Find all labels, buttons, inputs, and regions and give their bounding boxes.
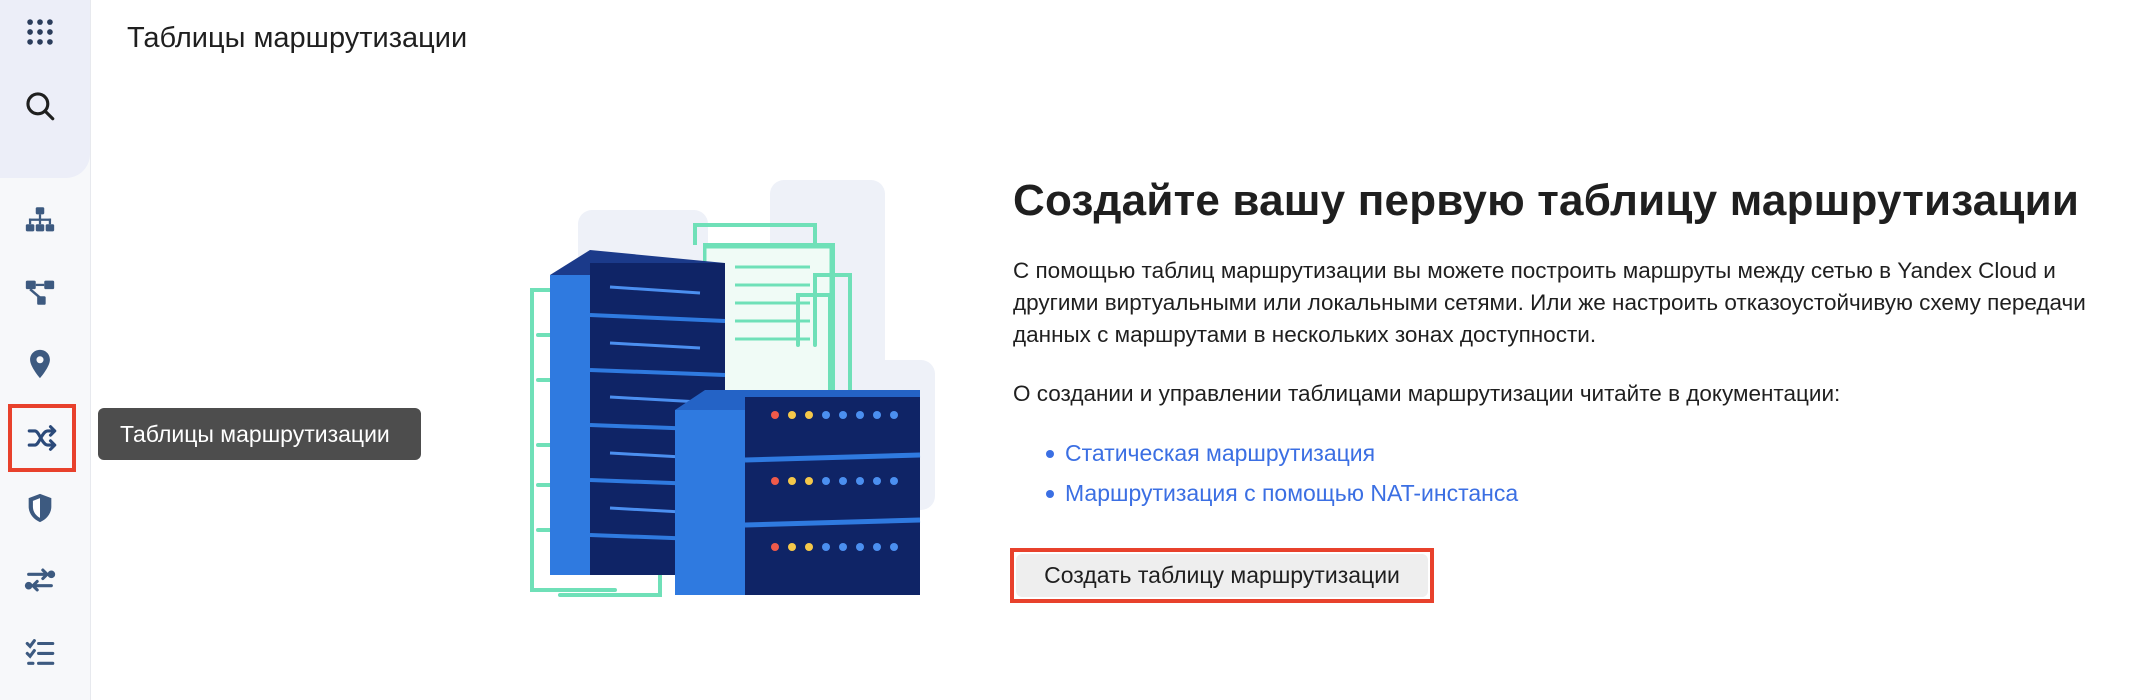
- routing-tables-icon[interactable]: [8, 404, 76, 472]
- search-icon[interactable]: [18, 84, 62, 128]
- sidebar-tooltip: Таблицы маршрутизации: [98, 408, 421, 460]
- cloud-networks-icon[interactable]: [18, 198, 62, 242]
- empty-state-description: С помощью таблиц маршрутизации вы можете…: [1013, 258, 2086, 347]
- operations-icon[interactable]: [18, 630, 62, 674]
- empty-state-headline: Создайте вашу первую таблицу маршрутизац…: [1013, 176, 2080, 225]
- servers-illustration: [520, 175, 950, 605]
- security-groups-icon[interactable]: [18, 486, 62, 530]
- ip-addresses-icon[interactable]: [18, 342, 62, 386]
- link-nat-instance-routing[interactable]: Маршрутизация с помощью NAT-инстанса: [1013, 477, 1518, 517]
- docs-links-list: Статическая маршрутизация Маршрутизация …: [1013, 437, 1518, 517]
- subnets-icon[interactable]: [18, 270, 62, 314]
- gateways-icon[interactable]: [18, 558, 62, 602]
- apps-grid-icon[interactable]: [18, 10, 62, 54]
- docs-intro-text: О создании и управлении таблицами маршру…: [1013, 381, 1841, 406]
- page-title: Таблицы маршрутизации: [127, 22, 468, 54]
- link-static-routing[interactable]: Статическая маршрутизация: [1013, 437, 1518, 477]
- create-routing-table-button[interactable]: Создать таблицу маршрутизации: [1016, 554, 1428, 597]
- sidebar: [0, 0, 91, 700]
